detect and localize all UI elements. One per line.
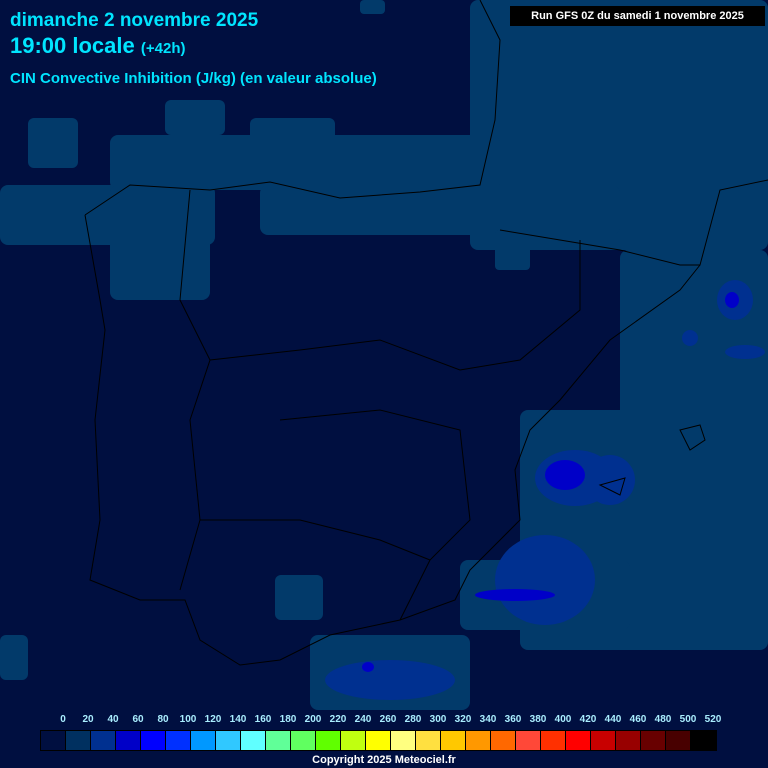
forecast-offset: (+42h) bbox=[140, 40, 186, 57]
weather-map: dimanche 2 novembre 2025 19:00 locale (+… bbox=[0, 0, 768, 768]
legend-label: 120 bbox=[204, 714, 222, 725]
legend-swatch bbox=[316, 731, 341, 750]
legend-label: 160 bbox=[254, 714, 272, 725]
legend-swatch bbox=[691, 731, 716, 750]
legend-label: 420 bbox=[579, 714, 597, 725]
local-time: 19:00 locale bbox=[10, 33, 135, 58]
legend-label: 440 bbox=[604, 714, 622, 725]
legend-swatch bbox=[191, 731, 216, 750]
legend-swatch bbox=[291, 731, 316, 750]
copyright: Copyright 2025 Meteociel.fr bbox=[312, 754, 456, 766]
legend-label: 200 bbox=[304, 714, 322, 725]
variable-title: CIN Convective Inhibition (J/kg) (en val… bbox=[10, 70, 377, 87]
legend-label: 320 bbox=[454, 714, 472, 725]
legend-swatch bbox=[566, 731, 591, 750]
legend-swatch bbox=[241, 731, 266, 750]
legend-label: 460 bbox=[629, 714, 647, 725]
legend-swatch bbox=[116, 731, 141, 750]
legend-label: 0 bbox=[60, 714, 66, 725]
forecast-time: 19:00 locale (+42h) bbox=[10, 33, 185, 59]
forecast-date: dimanche 2 novembre 2025 bbox=[10, 10, 259, 31]
legend-swatch bbox=[641, 731, 666, 750]
legend-swatch bbox=[441, 731, 466, 750]
legend-swatch bbox=[141, 731, 166, 750]
legend-label: 500 bbox=[679, 714, 697, 725]
legend-swatch bbox=[516, 731, 541, 750]
legend-swatch bbox=[91, 731, 116, 750]
legend-label: 260 bbox=[379, 714, 397, 725]
legend-swatch bbox=[391, 731, 416, 750]
legend-label: 20 bbox=[82, 714, 94, 725]
legend-label: 400 bbox=[554, 714, 572, 725]
legend-swatch bbox=[66, 731, 91, 750]
legend-label: 360 bbox=[504, 714, 522, 725]
legend-swatch bbox=[266, 731, 291, 750]
legend-label: 280 bbox=[404, 714, 422, 725]
cin-20-40-areas bbox=[0, 0, 768, 710]
legend-label: 380 bbox=[529, 714, 547, 725]
legend-swatch bbox=[591, 731, 616, 750]
legend-swatch bbox=[366, 731, 391, 750]
legend-label: 240 bbox=[354, 714, 372, 725]
legend-label: 480 bbox=[654, 714, 672, 725]
legend-label: 300 bbox=[429, 714, 447, 725]
legend-swatch bbox=[666, 731, 691, 750]
legend-label: 220 bbox=[329, 714, 347, 725]
legend-swatch bbox=[41, 731, 66, 750]
cin-map bbox=[0, 0, 768, 710]
legend-swatch bbox=[341, 731, 366, 750]
legend-label: 40 bbox=[107, 714, 119, 725]
legend-label: 80 bbox=[157, 714, 169, 725]
legend-label: 100 bbox=[179, 714, 197, 725]
legend-swatch bbox=[166, 731, 191, 750]
legend-swatch bbox=[541, 731, 566, 750]
run-info: Run GFS 0Z du samedi 1 novembre 2025 bbox=[510, 6, 765, 26]
legend-swatch bbox=[416, 731, 441, 750]
legend-swatch bbox=[216, 731, 241, 750]
legend-swatch bbox=[466, 731, 491, 750]
legend-swatch bbox=[616, 731, 641, 750]
legend-label: 60 bbox=[132, 714, 144, 725]
legend-label: 180 bbox=[279, 714, 297, 725]
legend-label: 520 bbox=[704, 714, 722, 725]
legend-label: 140 bbox=[229, 714, 247, 725]
color-legend bbox=[40, 730, 717, 751]
legend-label: 340 bbox=[479, 714, 497, 725]
legend-swatch bbox=[491, 731, 516, 750]
